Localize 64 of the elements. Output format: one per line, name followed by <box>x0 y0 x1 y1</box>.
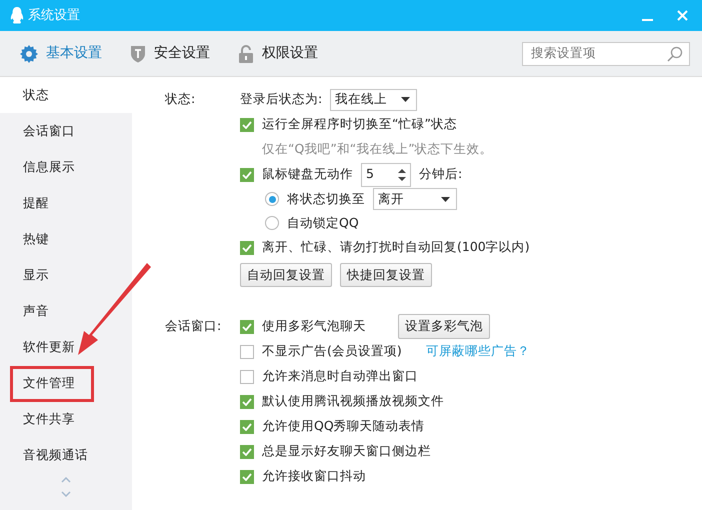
search-input[interactable]: 搜索设置项 <box>529 43 667 64</box>
shield-icon <box>130 44 146 62</box>
checkbox[interactable] <box>240 470 254 484</box>
tab[interactable]: 基本设置 <box>20 43 102 64</box>
settings-button[interactable]: 自动回复设置 <box>240 262 332 288</box>
checkbox[interactable] <box>240 118 254 132</box>
sidebar-item[interactable]: 软件更新 <box>0 329 132 365</box>
padlock-icon <box>238 44 254 62</box>
option-label: 离开、忙碌、请勿打扰时自动回复(100字以内) <box>262 238 530 256</box>
spinner-arrows-icon <box>398 168 406 182</box>
sidebar-item[interactable]: 显示 <box>0 257 132 293</box>
sidebar-item[interactable]: 热键 <box>0 221 132 257</box>
number-spinner[interactable]: 5 <box>361 162 411 186</box>
checkbox[interactable] <box>240 420 254 434</box>
settings-button[interactable]: 设置多彩气泡 <box>398 314 490 339</box>
sidebar-item[interactable]: 会话窗口 <box>0 113 132 149</box>
field-label: 分钟后: <box>419 165 462 184</box>
tab[interactable]: 安全设置 <box>130 43 210 64</box>
close-icon <box>677 10 688 22</box>
section-label: 状态: <box>165 90 196 108</box>
search-icon <box>667 46 683 62</box>
option-label: 允许使用QQ秀聊天随动表情 <box>262 417 425 436</box>
window-title: 系统设置 <box>28 6 80 25</box>
dropdown[interactable]: 我在线上 <box>330 88 418 110</box>
search-field[interactable]: 搜索设置项 <box>522 42 690 66</box>
settings-button[interactable]: 快捷回复设置 <box>340 262 432 288</box>
option-label: 鼠标键盘无动作 <box>262 165 353 184</box>
option-label: 将状态切换至 <box>287 190 365 208</box>
option-label: 不显示广告(会员设置项) <box>262 342 402 360</box>
checkbox[interactable] <box>240 394 254 408</box>
checkbox[interactable] <box>240 320 254 334</box>
option-label: 使用多彩气泡聊天 <box>262 317 366 336</box>
dropdown-caret-icon <box>401 97 410 102</box>
dropdown-caret-icon <box>441 196 450 202</box>
checkbox[interactable] <box>240 240 254 254</box>
option-label: 默认使用腾讯视频播放视频文件 <box>262 392 444 410</box>
sidebar-item[interactable]: 信息展示 <box>0 149 132 185</box>
checkbox[interactable] <box>240 370 254 384</box>
dropdown[interactable]: 离开 <box>373 188 457 210</box>
sidebar-item[interactable]: 音视频通话 <box>0 437 132 473</box>
tab[interactable]: 权限设置 <box>238 43 318 64</box>
radio-button[interactable] <box>265 192 279 206</box>
sidebar-item[interactable]: 文件共享 <box>0 401 132 437</box>
option-label: 允许来消息时自动弹出窗口 <box>262 367 418 386</box>
sidebar-item[interactable]: 声音 <box>0 293 132 329</box>
sidebar-item[interactable]: 状态 <box>0 77 132 113</box>
section-label: 会话窗口: <box>165 317 222 335</box>
option-label: 总是显示好友聊天窗口侧边栏 <box>262 442 431 460</box>
option-label: 允许接收窗口抖动 <box>262 467 366 486</box>
sidebar-item[interactable]: 文件管理 <box>0 365 132 401</box>
checkbox[interactable] <box>240 344 254 358</box>
field-label: 登录后状态为: <box>240 90 322 108</box>
minimize-icon <box>642 18 653 20</box>
hint-text: 仅在“Q我吧”和“我在线上”状态下生效。 <box>261 140 493 158</box>
gear-icon <box>20 44 38 62</box>
scroll-down-icon[interactable] <box>61 491 71 497</box>
sidebar-item[interactable]: 提醒 <box>0 185 132 221</box>
checkbox[interactable] <box>240 168 254 182</box>
checkbox[interactable] <box>240 444 254 458</box>
option-label: 运行全屏程序时切换至“忙碌”状态 <box>262 115 457 134</box>
penguin-logo-icon <box>10 7 24 24</box>
scroll-up-icon[interactable] <box>61 477 71 483</box>
option-label: 自动锁定QQ <box>287 214 359 232</box>
radio-button[interactable] <box>265 216 279 230</box>
